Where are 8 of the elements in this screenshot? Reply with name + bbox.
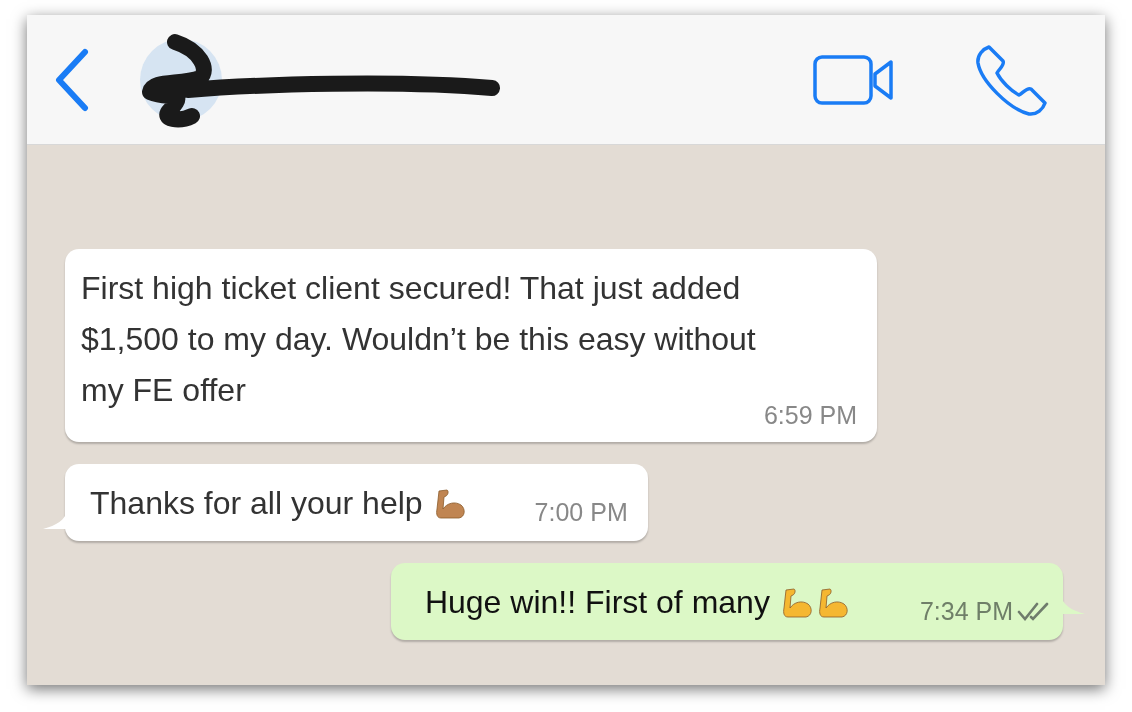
message-time: 7:00 PM bbox=[534, 496, 628, 528]
message-text: First high ticket client secured! That just added $1,500 to my day. Wouldn’t be this easy without my FE offer bbox=[81, 270, 756, 408]
message-text: Huge win!! First of many bbox=[424, 583, 770, 622]
message-time: 7:34 PM bbox=[919, 595, 1013, 627]
video-camera-icon bbox=[813, 53, 895, 106]
message-time: 6:59 PM bbox=[763, 400, 857, 430]
message-text: Thanks for all your help bbox=[90, 484, 423, 523]
phone-icon bbox=[975, 42, 1049, 117]
